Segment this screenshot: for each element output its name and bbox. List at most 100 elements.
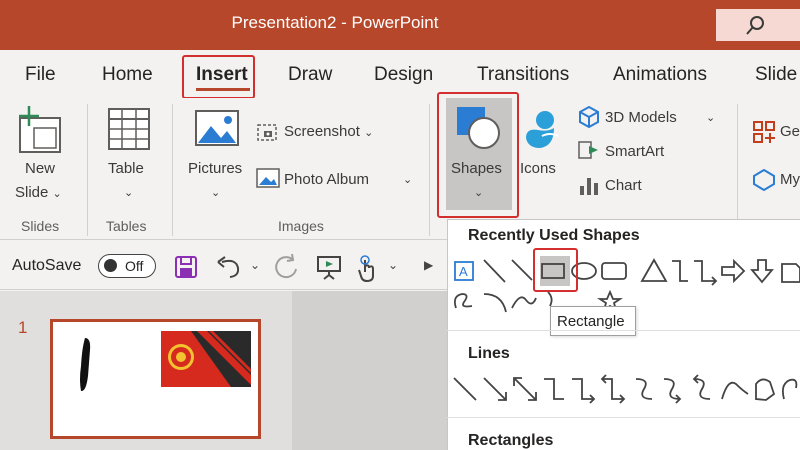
icons-icon xyxy=(526,111,559,148)
chevron-down-icon: ⌄ xyxy=(706,112,716,124)
toggle-knob xyxy=(104,259,117,272)
undo-icon[interactable] xyxy=(216,254,244,280)
photo-album-icon xyxy=(256,168,280,188)
3d-models-label: 3D Models xyxy=(605,109,677,126)
elbow-double-arrow-icon xyxy=(600,374,626,404)
screenshot-icon xyxy=(257,124,277,141)
tab-animations[interactable]: Animations xyxy=(613,64,707,86)
recent-shapes-row-1: A xyxy=(454,258,800,286)
rectangle-tooltip: Rectangle xyxy=(550,306,636,336)
chart-label: Chart xyxy=(605,177,642,194)
my-addins-icon xyxy=(753,168,775,192)
tab-home[interactable]: Home xyxy=(102,64,153,86)
scribble-icon xyxy=(781,378,798,400)
scribble-shape-icon xyxy=(547,291,553,307)
autosave-label: AutoSave xyxy=(12,257,82,274)
present-icon[interactable] xyxy=(316,254,342,280)
table-icon xyxy=(108,108,150,150)
curve-icon xyxy=(721,381,749,400)
autosave-state: Off xyxy=(125,258,144,274)
slide-thumbnail[interactable] xyxy=(50,319,261,439)
table-label: Table xyxy=(108,160,144,177)
touch-mode-icon[interactable] xyxy=(356,254,380,282)
elbow-connector-icon xyxy=(544,378,564,400)
arrow-icon xyxy=(483,377,507,401)
redo-icon[interactable] xyxy=(272,253,300,281)
freeform-shape-icon xyxy=(453,293,473,309)
double-arrow-icon xyxy=(513,377,537,401)
ribbon-tabs: File Home Insert Draw Design Transitions… xyxy=(0,50,800,98)
tab-transitions[interactable]: Transitions xyxy=(477,64,569,86)
chevron-down-icon: ⌄ xyxy=(364,127,374,139)
pictures-icon xyxy=(195,110,239,146)
recently-used-heading: Recently Used Shapes xyxy=(468,227,640,244)
right-arrow-shape-icon xyxy=(721,258,746,284)
lines-shapes-row xyxy=(453,374,798,404)
icons-label: Icons xyxy=(520,160,556,177)
elbow-arrow-connector-shape-icon xyxy=(694,260,718,286)
save-icon[interactable] xyxy=(174,255,198,279)
new-slide-label-2: Slide ⌄ xyxy=(15,184,62,201)
chevron-down-icon: ⌄ xyxy=(211,187,221,199)
elbow-arrow-connector-icon xyxy=(572,378,596,404)
pictures-label: Pictures xyxy=(188,160,243,177)
window-title: Presentation2 - PowerPoint xyxy=(231,13,439,32)
line-icon xyxy=(453,377,477,401)
arrow-line-shape-icon xyxy=(511,259,533,281)
curved-double-arrow-icon xyxy=(692,374,711,400)
line-shape-icon xyxy=(483,259,506,283)
group-divider xyxy=(87,104,88,236)
cube-icon xyxy=(579,106,599,128)
customize-qat-icon[interactable]: ⌄ xyxy=(388,258,398,272)
elbow-connector-shape-icon xyxy=(672,260,688,282)
tab-design[interactable]: Design xyxy=(374,64,433,86)
group-divider xyxy=(172,104,173,236)
lines-heading: Lines xyxy=(468,345,510,362)
chevron-down-icon: ⌄ xyxy=(124,187,134,199)
photo-album-label: Photo Album xyxy=(284,171,370,188)
undo-dropdown-icon[interactable]: ⌄ xyxy=(250,258,260,272)
more-icon[interactable]: ▶ xyxy=(424,258,433,272)
rectangle-shape-button[interactable] xyxy=(540,256,570,286)
new-slide-label-1: New xyxy=(25,160,56,177)
chevron-down-icon: ⌄ xyxy=(403,174,413,186)
svg-text:A: A xyxy=(459,264,468,279)
insert-tab-highlight xyxy=(182,55,255,99)
get-addins-label: Ge xyxy=(780,123,800,140)
down-arrow-shape-icon xyxy=(750,259,774,284)
curved-connector-icon xyxy=(635,378,653,400)
chart-icon xyxy=(580,178,598,195)
curve-shape-icon xyxy=(511,296,537,309)
group-divider xyxy=(737,104,738,236)
autosave-toggle[interactable]: Off xyxy=(98,254,156,278)
slide-number: 1 xyxy=(18,318,28,337)
group-label-slides: Slides xyxy=(21,218,60,234)
text-box-icon: A xyxy=(454,261,474,281)
smartart-icon xyxy=(578,141,598,159)
tab-draw[interactable]: Draw xyxy=(288,64,332,86)
gallery-divider xyxy=(447,330,800,331)
tab-file[interactable]: File xyxy=(25,64,56,86)
group-label-images: Images xyxy=(278,218,324,234)
addins-icon xyxy=(753,121,775,143)
rectangles-heading: Rectangles xyxy=(468,432,554,449)
rounded-rectangle-shape-icon xyxy=(601,262,627,280)
slide-edit-area xyxy=(292,291,447,450)
search-icon xyxy=(746,16,764,35)
arc-shape-icon xyxy=(483,293,507,313)
my-addins-label: My xyxy=(780,171,800,188)
group-label-tables: Tables xyxy=(106,218,147,234)
group-divider xyxy=(429,104,430,236)
shapes-button-highlight xyxy=(437,92,519,218)
flowchart-shape-icon xyxy=(781,263,800,283)
smartart-label: SmartArt xyxy=(605,143,665,160)
chevron-down-icon: ⌄ xyxy=(52,188,62,200)
club-banner-image xyxy=(161,331,251,387)
search-box[interactable] xyxy=(716,9,800,41)
freeform-icon xyxy=(755,378,776,401)
tab-slide-show[interactable]: Slide xyxy=(755,64,797,86)
screenshot-label: Screenshot ⌄ xyxy=(284,123,374,140)
title-bar: Presentation2 - PowerPoint xyxy=(0,0,800,50)
new-slide-icon xyxy=(19,106,61,153)
gallery-divider xyxy=(447,417,800,418)
